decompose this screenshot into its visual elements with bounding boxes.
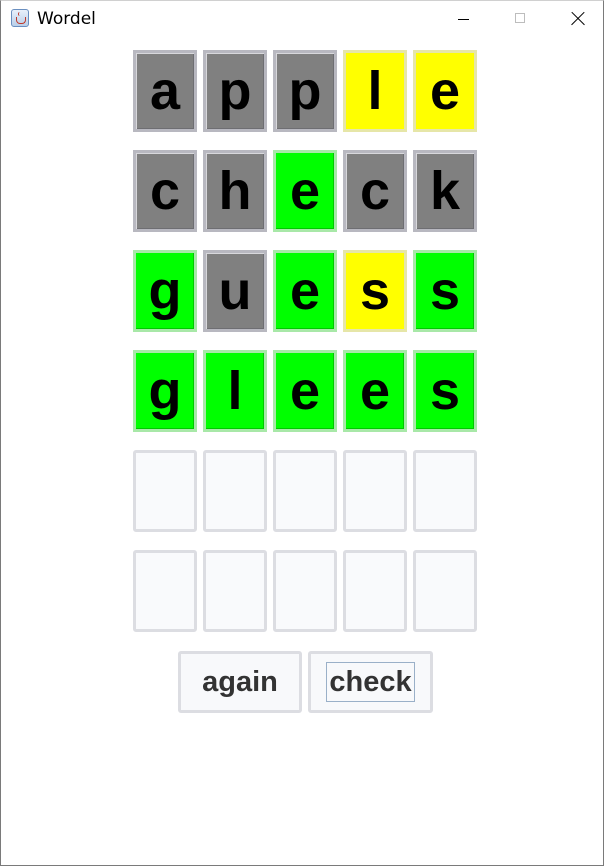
letter-tile: p — [203, 50, 267, 132]
letter-tile — [343, 550, 407, 632]
letter-tile — [273, 550, 337, 632]
letter-tile — [413, 450, 477, 532]
check-label: check — [326, 662, 415, 702]
letter-tile: u — [203, 250, 267, 332]
title-bar[interactable]: Wordel — [1, 1, 603, 37]
letter-tile — [343, 450, 407, 532]
letter-tile — [413, 550, 477, 632]
letter-tile: e — [343, 350, 407, 432]
letter-tile: e — [273, 150, 337, 232]
letter-tile: g — [133, 250, 197, 332]
letter-tile — [133, 550, 197, 632]
maximize-icon — [515, 13, 525, 23]
window-title: Wordel — [37, 9, 96, 29]
app-window: Wordel applecheckguessglees again check — [0, 0, 604, 866]
letter-tile: k — [413, 150, 477, 232]
letter-tile: s — [413, 250, 477, 332]
letter-tile — [203, 550, 267, 632]
check-button[interactable]: check — [308, 651, 433, 713]
letter-tile: s — [413, 350, 477, 432]
letter-tile: h — [203, 150, 267, 232]
letter-grid: applecheckguessglees — [133, 50, 479, 632]
again-label: again — [202, 665, 278, 698]
letter-tile: a — [133, 50, 197, 132]
close-icon — [571, 12, 585, 26]
letter-tile — [133, 450, 197, 532]
letter-tile: c — [133, 150, 197, 232]
letter-tile: l — [203, 350, 267, 432]
letter-tile: g — [133, 350, 197, 432]
letter-tile: e — [413, 50, 477, 132]
letter-tile: e — [273, 250, 337, 332]
letter-tile: p — [273, 50, 337, 132]
letter-tile: e — [273, 350, 337, 432]
java-cup-icon — [11, 9, 29, 27]
letter-tile — [203, 450, 267, 532]
again-button[interactable]: again — [178, 651, 302, 713]
letter-tile: l — [343, 50, 407, 132]
maximize-button[interactable] — [492, 1, 548, 37]
letter-tile: s — [343, 250, 407, 332]
close-button[interactable] — [549, 1, 604, 37]
letter-tile — [273, 450, 337, 532]
letter-tile: c — [343, 150, 407, 232]
minimize-icon — [458, 19, 469, 20]
minimize-button[interactable] — [435, 1, 491, 37]
